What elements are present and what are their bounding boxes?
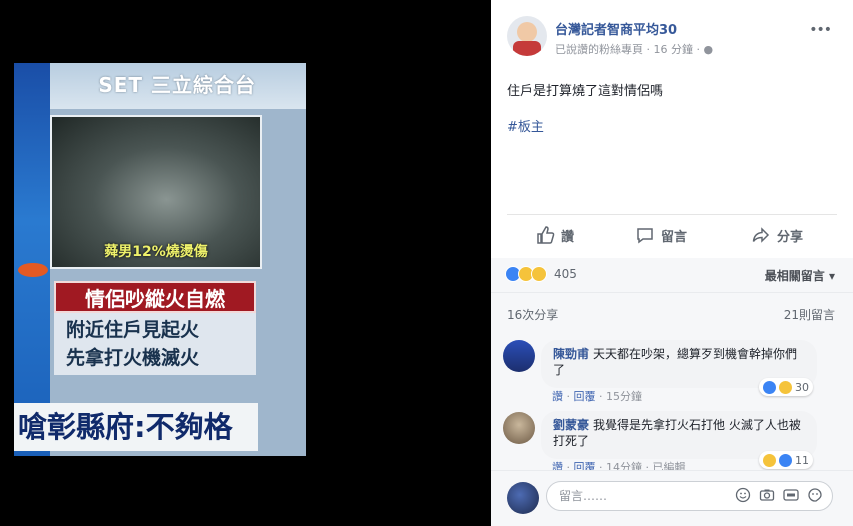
avatar-body	[513, 41, 541, 56]
comment-reactions[interactable]: 30	[759, 378, 813, 396]
comment-author[interactable]: 劉蒙豪	[553, 418, 589, 432]
news-ticker: 嗆彰縣府:不夠格	[14, 403, 258, 451]
like-reaction-icon	[779, 453, 792, 467]
like-button[interactable]: 讚	[535, 220, 574, 250]
divider	[507, 214, 837, 215]
post-meta-text: 已說讚的粉絲專頁 · 16 分鐘 ·	[555, 43, 704, 56]
share-label: 分享	[777, 229, 804, 245]
haha-reaction-icon	[779, 380, 792, 394]
emoji-icon[interactable]	[735, 487, 751, 503]
channel-logo: SET 三立綜合台	[98, 73, 256, 97]
comment-reaction-count: 11	[795, 453, 809, 467]
channel-bar: SET 三立綜合台	[50, 63, 306, 109]
commenter-avatar[interactable]	[503, 412, 535, 444]
commenter-avatar[interactable]	[503, 340, 535, 372]
post-text: 住戶是打算燒了這對情侶嗎	[507, 84, 664, 99]
comment-author[interactable]: 陳勁甫	[553, 347, 589, 361]
post-panel: 台灣記者智商平均30 已說讚的粉絲專頁 · 16 分鐘 · ● ••• 住戶是打…	[491, 0, 853, 526]
thumbs-up-icon	[537, 226, 555, 244]
news-subline-2: 先拿打火機滅火	[66, 347, 200, 369]
comment-sort-dropdown[interactable]: 最相關留言 ▾	[765, 267, 835, 284]
page-name-link[interactable]: 台灣記者智商平均30	[555, 19, 677, 38]
clownfish-graphic	[18, 263, 48, 277]
news-video-frame: 蕣男12%燒燙傷	[50, 115, 262, 269]
my-avatar[interactable]	[507, 482, 539, 514]
reaction-count[interactable]: 405	[554, 267, 577, 281]
comment-button[interactable]: 留言	[635, 220, 687, 250]
shares-count[interactable]: 16次分享	[507, 306, 558, 323]
comments-count[interactable]: 21則留言	[784, 306, 835, 323]
share-button[interactable]: 分享	[751, 220, 803, 250]
comment-reply-link[interactable]: 回覆	[574, 390, 596, 403]
comment-label: 留言	[661, 229, 688, 245]
share-icon	[752, 227, 770, 243]
wow-reaction-icon[interactable]	[531, 266, 547, 282]
news-headline: 情侶吵縱火自燃	[54, 281, 256, 313]
comment-reaction-count: 30	[795, 380, 809, 394]
news-subline-1: 附近住戶見起火	[66, 319, 200, 341]
like-label: 讚	[561, 229, 575, 245]
globe-icon: ●	[703, 43, 714, 56]
more-options-icon[interactable]: •••	[809, 22, 832, 38]
comment-reactions[interactable]: 11	[759, 451, 813, 469]
avatar-face	[517, 22, 537, 42]
gif-icon[interactable]	[783, 487, 799, 503]
photo-sidebar-strip	[14, 63, 50, 456]
video-caption: 蕣男12%燒燙傷	[104, 244, 208, 260]
news-subpanel: 附近住戶見起火 先拿打火機滅火	[54, 313, 256, 375]
comment-input-icons	[735, 487, 823, 503]
comment-icon	[637, 228, 653, 244]
like-reaction-icon	[763, 380, 776, 394]
comment-like-link[interactable]: 讚	[552, 390, 563, 403]
comment-time[interactable]: 15分鐘	[606, 390, 642, 403]
comment-text: 天天都在吵架，總算歹到機會幹掉你們了	[553, 347, 798, 377]
camera-icon[interactable]	[759, 487, 775, 503]
sticker-icon[interactable]	[807, 487, 823, 503]
news-photo[interactable]: SET 三立綜合台 蕣男12%燒燙傷 情侶吵縱火自燃 附近住戶見起火 先拿打火機…	[14, 63, 306, 456]
hashtag-link[interactable]: #板主	[507, 116, 544, 135]
comment-actions: 讚 · 回覆 · 15分鐘	[552, 390, 642, 403]
comment-text: 我覺得是先拿打火石打他 火滅了人也被打死了	[553, 418, 801, 448]
page-avatar[interactable]	[507, 16, 547, 56]
haha-reaction-icon	[763, 453, 776, 467]
post-meta: 已說讚的粉絲專頁 · 16 分鐘 · ●	[555, 41, 713, 57]
